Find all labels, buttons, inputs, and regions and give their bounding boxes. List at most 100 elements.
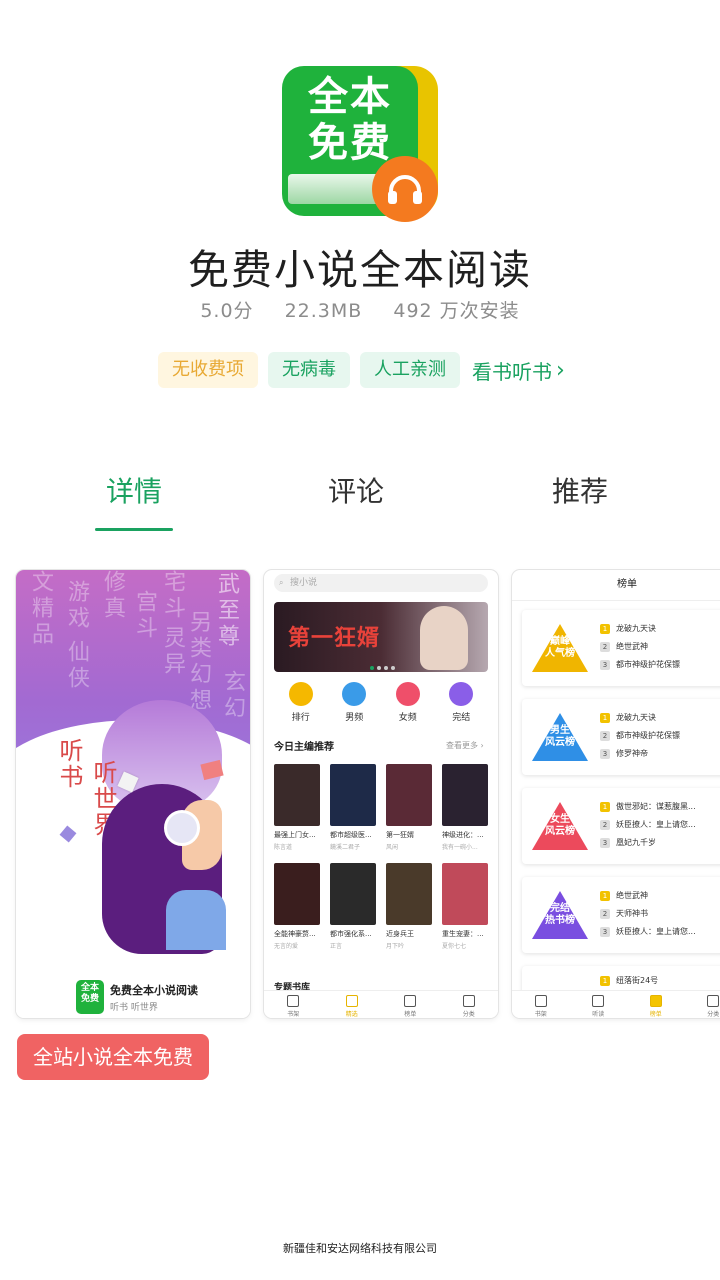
banner-dot: [384, 666, 388, 670]
banner-dot: [370, 666, 374, 670]
ranking-title: 都市神级护花保镖: [616, 731, 680, 740]
nav-label: 分类: [462, 1011, 475, 1018]
ranking-badge: 完结 热书榜: [532, 887, 588, 943]
bookshelf-icon: [534, 995, 547, 1007]
ranking-row: 2 都市神级护花保镖: [600, 727, 680, 745]
banner-dots: [370, 666, 395, 670]
book-author: 正言: [330, 943, 343, 950]
bg-text: 游戏: [64, 580, 89, 632]
tab-indicator: [95, 528, 173, 531]
rank-number: 3: [600, 660, 610, 670]
book-title: 重生宠妻：...: [442, 930, 484, 938]
banner: 第一狂婿: [274, 602, 488, 672]
book-cover: [330, 863, 376, 925]
book-item: 全能神豪赘... 无言的爱: [274, 863, 324, 950]
nav-label: 书架: [534, 1011, 547, 1018]
grid-icon: [707, 995, 720, 1007]
bottom-nav: 书架 听读 榜单 分类: [512, 990, 720, 1018]
ranking-list: 1 绝世武神 2 天师神书 3 妖臣撩人：皇上请您...: [600, 887, 696, 941]
app-icon-text: 全本 免费: [308, 74, 392, 166]
category-label: 男频: [345, 713, 364, 723]
app-rating: 5.0分: [200, 300, 254, 322]
ranking-title: 龙破九天诀: [616, 624, 656, 633]
tag-manual-tested: 人工亲测: [360, 352, 460, 388]
ranking-card: 巅峰 人气榜 1 龙破九天诀 2 绝世武神 3 都市神级护花保镖: [522, 610, 720, 686]
book-author: 月下吟: [386, 943, 405, 950]
tab-recommend[interactable]: 推荐: [552, 470, 608, 510]
nav-label: 书架: [287, 1011, 300, 1018]
promo-badge: 全站小说全本免费: [17, 1034, 209, 1080]
bg-text: 文精品: [28, 570, 53, 648]
mini-app-name: 免费全本小说阅读: [110, 984, 198, 997]
tag-no-virus: 无病毒: [268, 352, 350, 388]
screenshot-3[interactable]: 榜单 巅峰 人气榜 1 龙破九天诀 2 绝世武神 3 都市神级护花保镖 男生 风云榜 1龙…: [512, 570, 720, 1018]
ranking-title: 天师神书: [616, 909, 648, 918]
category-finished: 完结: [441, 682, 481, 723]
rank-number: 2: [600, 909, 610, 919]
tag-no-fee: 无收费项: [158, 352, 258, 388]
headphone-earcup: [164, 810, 200, 846]
book-item: 最强上门女... 陈言道: [274, 764, 324, 851]
category-rank: 排行: [281, 682, 321, 723]
book-title: 全能神豪赘...: [274, 930, 316, 938]
rank-number: 2: [600, 820, 610, 830]
book-item: 近身兵王 月下吟: [386, 863, 436, 950]
rank-number: 3: [600, 838, 610, 848]
book-author: 夏你七七: [442, 943, 467, 950]
rank-number: 1: [600, 713, 610, 723]
book-title: 都市超级医...: [330, 831, 372, 839]
ranking-card: 女生 风云榜 1 傲世邪妃：谋惹腹黑... 2 妖臣撩人：皇上请您... 3 凰妃九千岁: [522, 788, 720, 864]
ranking-title: 傲世邪妃：谋惹腹黑...: [616, 802, 696, 811]
bg-text: 武至尊: [214, 572, 239, 650]
section-more: 查看更多 ›: [446, 741, 484, 750]
headphone-icon: [372, 156, 438, 222]
screenshot-2[interactable]: ⌕ 搜小说 第一狂婿 排行 男频 女频 完结 今日主编推荐 查看更多 › 最强上…: [264, 570, 498, 1018]
tab-details[interactable]: 详情: [106, 470, 162, 510]
rank-number: 1: [600, 624, 610, 634]
book-cover: [442, 863, 488, 925]
category-female: 女频: [388, 682, 428, 723]
category-link[interactable]: 看书听书 ›: [470, 356, 565, 385]
girl-body: [166, 890, 226, 950]
chevron-right-icon: ›: [556, 357, 565, 383]
nav-category: 分类: [707, 991, 719, 1018]
female-icon: [395, 682, 420, 706]
tab-reviews[interactable]: 评论: [328, 470, 384, 510]
book-cover: [442, 764, 488, 826]
nav-listen: 听读: [592, 991, 604, 1018]
male-icon: [342, 682, 367, 706]
category-label: 完结: [452, 713, 471, 723]
nav-featured: 精选: [345, 991, 358, 1018]
finished-icon: [449, 682, 474, 706]
ranking-row: 3 凰妃九千岁: [600, 834, 696, 852]
ranking-badge: 女生 风云榜: [532, 798, 588, 854]
category-label: 排行: [291, 713, 310, 723]
ranking-title: 妖臣撩人：皇上请您...: [616, 820, 696, 829]
rank-number: 1: [600, 802, 610, 812]
book-cover: [274, 764, 320, 826]
nav-ranking: 榜单: [649, 991, 662, 1018]
ranking-row: 2 妖臣撩人：皇上请您...: [600, 816, 696, 834]
screenshot-1[interactable]: 文精品 游戏 仙侠 修真 宫斗 宅斗 灵异 另类幻想 武至尊 玄幻 听书 听世界…: [16, 570, 250, 1018]
grid-icon: [462, 995, 475, 1007]
medal-icon: [649, 995, 662, 1007]
nav-label: 榜单: [404, 1011, 417, 1018]
ranking-card: 完结 热书榜 1 绝世武神 2 天师神书 3 妖臣撩人：皇上请您...: [522, 877, 720, 953]
ranking-row: 1 龙破九天诀: [600, 620, 680, 638]
book-title: 第一狂婿: [386, 831, 414, 839]
mini-app-subtitle: 听书 听世界: [110, 1003, 158, 1013]
ranking-badge: 男生 风云榜: [532, 709, 588, 765]
ranking-row: 3 修罗神帝: [600, 745, 680, 763]
banner-dot: [391, 666, 395, 670]
ranking-title: 龙破九天诀: [616, 713, 656, 722]
ranking-badge: 巅峰 人气榜: [532, 620, 588, 676]
app-name: 免费小说全本阅读: [188, 246, 532, 294]
ranking-title: 绝世武神: [616, 891, 648, 900]
category-row: 排行 男频 女频 完结: [274, 682, 488, 723]
search-icon: ⌕: [279, 578, 284, 587]
app-size: 22.3MB: [284, 300, 363, 322]
book-author: 无言的爱: [274, 943, 299, 950]
ranking-title: 都市神级护花保镖: [616, 660, 680, 669]
book-item: 重生宠妻：... 夏你七七: [442, 863, 492, 950]
trophy-icon: [288, 682, 313, 706]
